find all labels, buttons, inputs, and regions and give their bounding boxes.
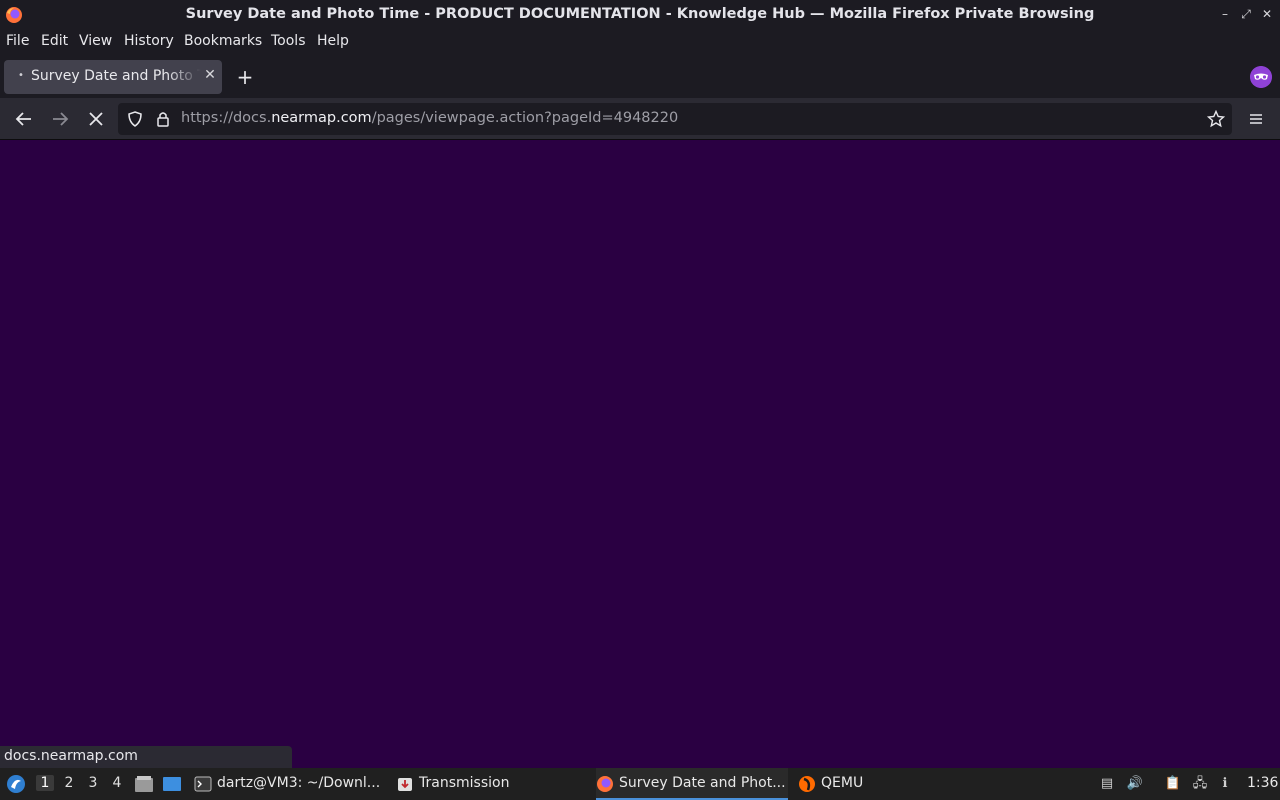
back-button[interactable]	[12, 107, 36, 131]
tab-active[interactable]: • Survey Date and Photo Time - PRODUCT D…	[4, 60, 222, 94]
workspace-4[interactable]: 4	[108, 775, 126, 791]
task-label: Transmission	[419, 775, 510, 791]
url-host: nearmap.com	[271, 110, 372, 126]
network-icon[interactable]: 🖧	[1191, 775, 1209, 793]
terminal-icon	[194, 776, 212, 792]
task-label: Survey Date and Phot...	[619, 775, 786, 791]
page-content-area[interactable]	[0, 141, 1280, 768]
window-titlebar: Survey Date and Photo Time - PRODUCT DOC…	[0, 0, 1280, 30]
tracking-protection-shield-icon[interactable]	[126, 110, 144, 128]
url-bar[interactable]: https://docs.nearmap.com/pages/viewpage.…	[118, 103, 1232, 135]
menu-history[interactable]: History	[124, 33, 174, 49]
workspace-1[interactable]: 1	[36, 775, 54, 791]
workspace-3[interactable]: 3	[84, 775, 102, 791]
clock[interactable]: 1:36	[1247, 775, 1278, 791]
task-firefox[interactable]: Survey Date and Phot...	[596, 768, 788, 800]
menu-file[interactable]: File	[6, 33, 29, 49]
notification-icon[interactable]: ℹ	[1216, 775, 1234, 793]
lock-icon[interactable]	[154, 110, 172, 128]
task-label: QEMU	[821, 775, 864, 791]
app-menu-button[interactable]	[1244, 107, 1268, 131]
forward-arrow-icon	[53, 112, 69, 126]
status-text: docs.nearmap.com	[4, 748, 138, 764]
menu-edit[interactable]: Edit	[41, 33, 68, 49]
forward-button[interactable]	[48, 107, 72, 131]
minimize-icon[interactable]: –	[1217, 6, 1233, 22]
qemu-icon	[799, 776, 815, 792]
close-window-icon[interactable]: ✕	[1259, 6, 1275, 22]
hamburger-menu-icon	[1250, 114, 1262, 124]
private-browsing-icon	[1250, 66, 1272, 88]
start-menu-icon[interactable]	[6, 774, 26, 794]
tab-close-icon[interactable]: ✕	[202, 67, 218, 85]
url-text[interactable]: https://docs.nearmap.com/pages/viewpage.…	[181, 110, 678, 126]
back-arrow-icon	[15, 112, 31, 126]
navigation-toolbar: https://docs.nearmap.com/pages/viewpage.…	[0, 98, 1280, 140]
show-desktop-icon[interactable]	[162, 775, 182, 793]
file-manager-icon[interactable]	[134, 775, 154, 793]
loading-dot-icon: •	[18, 70, 24, 81]
task-transmission[interactable]: Transmission	[396, 768, 586, 800]
workspace-2[interactable]: 2	[60, 775, 78, 791]
url-scheme: https://docs.	[181, 110, 272, 126]
new-tab-button[interactable]: +	[234, 66, 256, 88]
bookmark-star-icon[interactable]	[1207, 110, 1225, 128]
tray-updates-icon[interactable]: ▤	[1098, 775, 1116, 793]
menu-bar: File Edit View History Bookmarks Tools H…	[0, 30, 1280, 54]
status-bar: docs.nearmap.com	[0, 746, 292, 768]
taskbar: 1 2 3 4 dartz@VM3: ~/Downl... Transmissi…	[0, 768, 1280, 800]
task-label: dartz@VM3: ~/Downl...	[217, 775, 381, 791]
menu-bookmarks[interactable]: Bookmarks	[184, 33, 262, 49]
menu-tools[interactable]: Tools	[271, 33, 306, 49]
menu-view[interactable]: View	[79, 33, 112, 49]
volume-icon[interactable]: 🔊	[1126, 775, 1144, 793]
tab-label: Survey Date and Photo Time - PRODUCT DOC…	[31, 68, 201, 84]
task-terminal[interactable]: dartz@VM3: ~/Downl...	[194, 768, 386, 800]
tab-bar: • Survey Date and Photo Time - PRODUCT D…	[0, 54, 1280, 98]
menu-help[interactable]: Help	[317, 33, 349, 49]
stop-x-icon	[89, 112, 103, 126]
clipboard-icon[interactable]: 📋	[1164, 775, 1182, 793]
stop-button[interactable]	[84, 107, 108, 131]
task-qemu[interactable]: QEMU	[798, 768, 918, 800]
maximize-icon[interactable]: ⤢	[1238, 6, 1254, 22]
window-title: Survey Date and Photo Time - PRODUCT DOC…	[185, 6, 1095, 22]
transmission-icon	[398, 778, 412, 791]
url-path: /pages/viewpage.action?pageId=4948220	[371, 110, 679, 126]
firefox-icon	[597, 776, 613, 792]
